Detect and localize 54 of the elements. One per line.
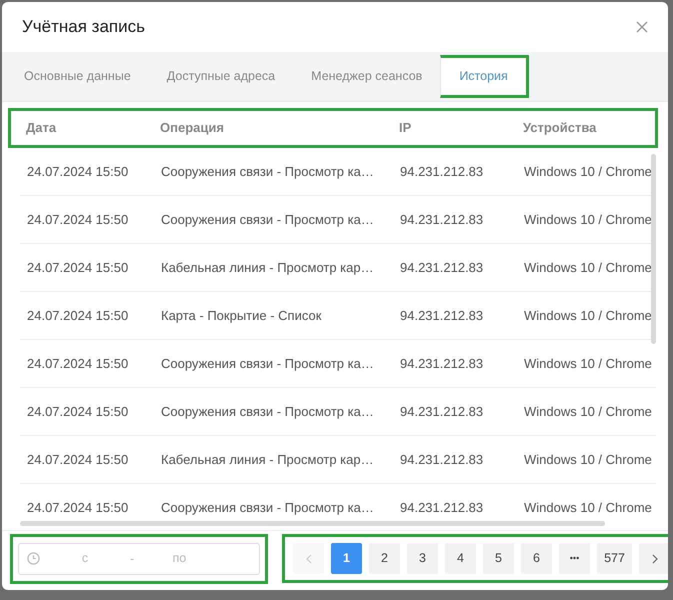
dialog-title: Учётная запись <box>22 16 145 38</box>
page-button[interactable]: 2 <box>369 543 400 574</box>
horizontal-scrollbar[interactable] <box>20 521 605 526</box>
table-cell-text: Windows 10 / Chrome <box>524 210 652 229</box>
chevron-left-icon <box>306 554 312 564</box>
table-cell-text: Windows 10 / Chrome <box>524 402 652 421</box>
table-cell-text: Кабельная линия - Просмотр кар… <box>161 450 375 469</box>
table-cell-text: 24.07.2024 15:50 <box>27 210 130 229</box>
table-cell-text: 24.07.2024 15:50 <box>27 402 130 421</box>
table-cell-text: 24.07.2024 15:50 <box>27 498 130 517</box>
table-cell-text: Windows 10 / Chrome <box>524 306 652 325</box>
table-cell-text: 94.231.212.83 <box>400 498 484 517</box>
chevron-right-icon <box>652 554 658 564</box>
table-cell-text: 24.07.2024 15:50 <box>27 450 130 469</box>
column-header: IP <box>399 119 412 138</box>
table-cell-text: 94.231.212.83 <box>400 354 484 373</box>
page-button[interactable]: 3 <box>407 543 438 574</box>
table-cell-text: Windows 10 / Chrome <box>524 258 652 277</box>
table-cell-text: Сооружения связи - Просмотр ка… <box>161 354 375 373</box>
table-cell-text: Сооружения связи - Просмотр ка… <box>161 210 375 229</box>
next-page-button[interactable] <box>639 543 668 574</box>
table-cell-text: 94.231.212.83 <box>400 162 484 181</box>
table-cell-text: Сооружения связи - Просмотр ка… <box>161 402 375 421</box>
table-cell-text: Windows 10 / Chrome <box>524 162 652 181</box>
table-cell-text: 24.07.2024 15:50 <box>27 354 130 373</box>
page-button[interactable]: 6 <box>521 543 552 574</box>
vertical-scrollbar[interactable] <box>651 154 656 344</box>
table-cell-text: Кабельная линия - Просмотр кар… <box>161 258 375 277</box>
table-cell-text: 24.07.2024 15:50 <box>27 162 130 181</box>
table-cell-text: Сооружения связи - Просмотр ка… <box>161 498 375 517</box>
column-header: Устройства <box>523 119 596 138</box>
more-pages-button[interactable]: ••• <box>559 543 590 574</box>
table-cell-text: 24.07.2024 15:50 <box>27 306 130 325</box>
table-cell-text: 94.231.212.83 <box>400 210 484 229</box>
range-separator: - <box>130 550 134 568</box>
clock-icon <box>27 552 40 565</box>
table-cell-text: Карта - Покрытие - Список <box>161 306 322 325</box>
page-button[interactable]: 577 <box>597 543 632 574</box>
close-icon[interactable] <box>636 21 648 33</box>
column-header: Операция <box>160 119 225 138</box>
table-cell-text: 94.231.212.83 <box>400 306 484 325</box>
table-cell-text: Windows 10 / Chrome <box>524 498 652 517</box>
table-cell-text: 24.07.2024 15:50 <box>27 258 130 277</box>
page-button[interactable]: 4 <box>445 543 476 574</box>
date-to-input[interactable]: по <box>136 548 222 569</box>
column-header: Дата <box>26 119 58 138</box>
table-cell-text: Windows 10 / Chrome <box>524 450 652 469</box>
date-from-input[interactable]: с <box>42 548 128 569</box>
table-cell-text: 94.231.212.83 <box>400 402 484 421</box>
page-button[interactable]: 5 <box>483 543 514 574</box>
table-cell-text: 94.231.212.83 <box>400 258 484 277</box>
table-cell-text: 94.231.212.83 <box>400 450 484 469</box>
table-cell-text: Сооружения связи - Просмотр ка… <box>161 162 375 181</box>
table-cell-text: Windows 10 / Chrome <box>524 354 652 373</box>
